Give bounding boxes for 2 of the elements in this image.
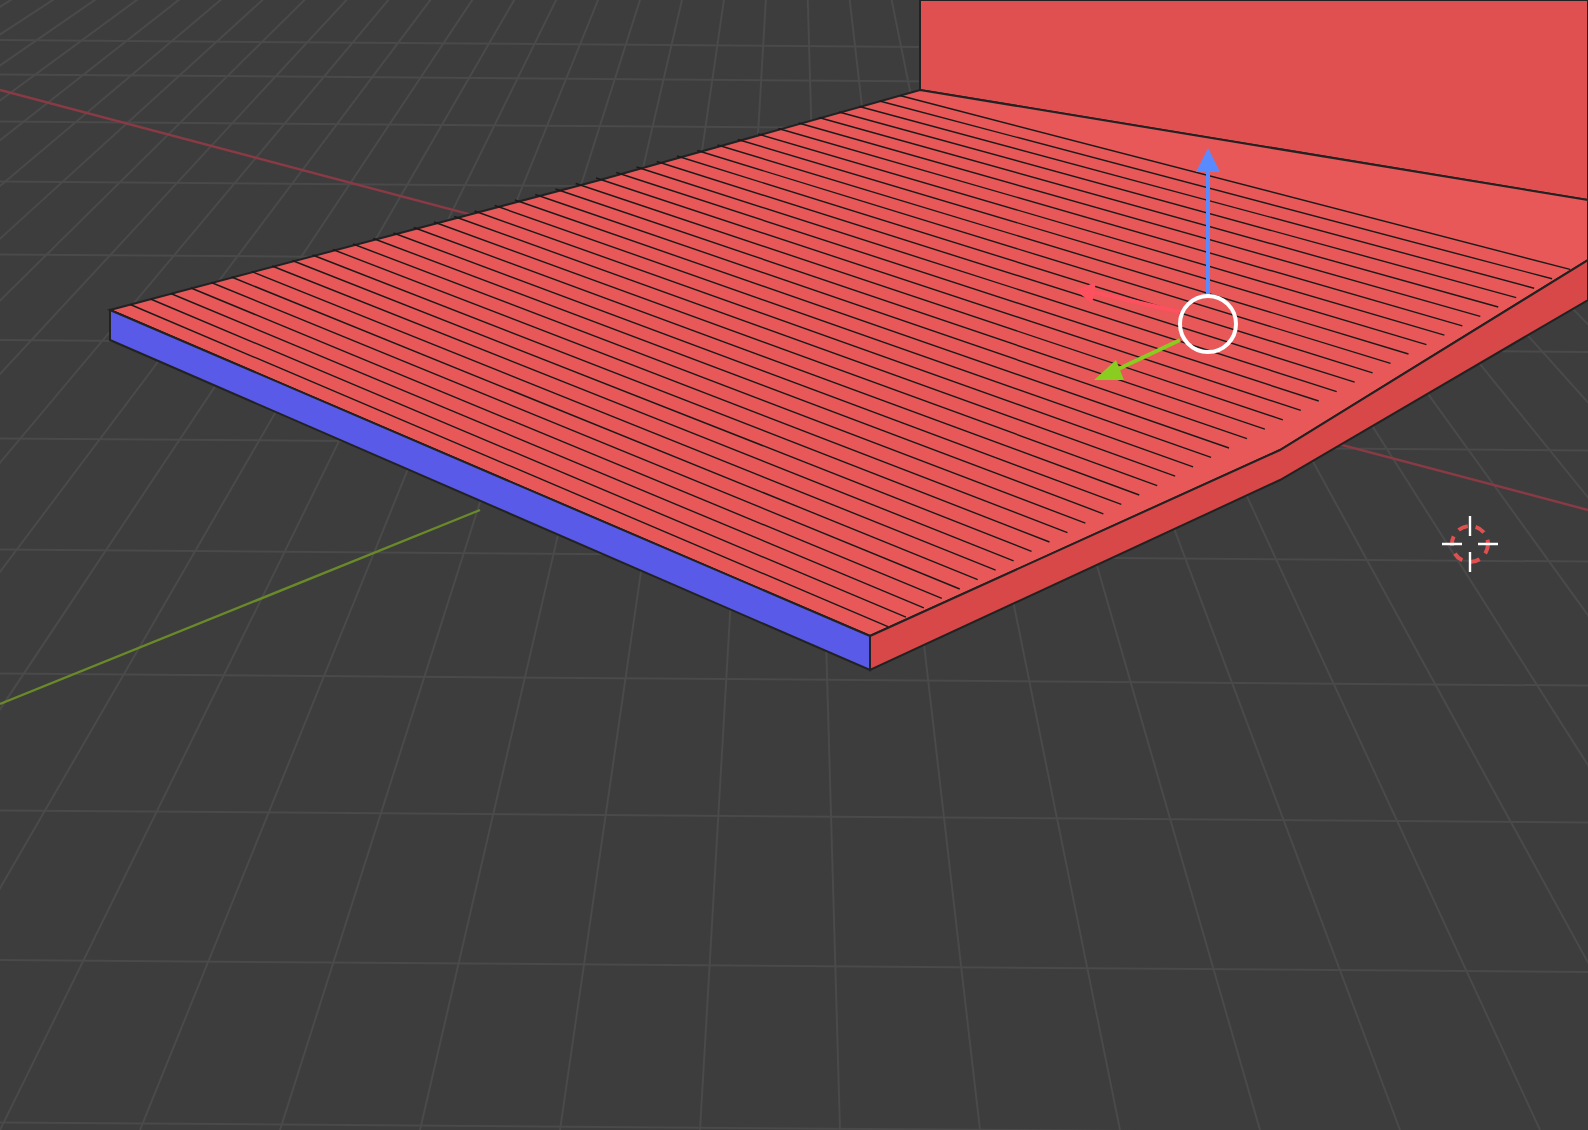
mesh-drawing[interactable]: [106, 0, 1588, 672]
transform-gizmo-icon[interactable]: [1076, 148, 1238, 380]
